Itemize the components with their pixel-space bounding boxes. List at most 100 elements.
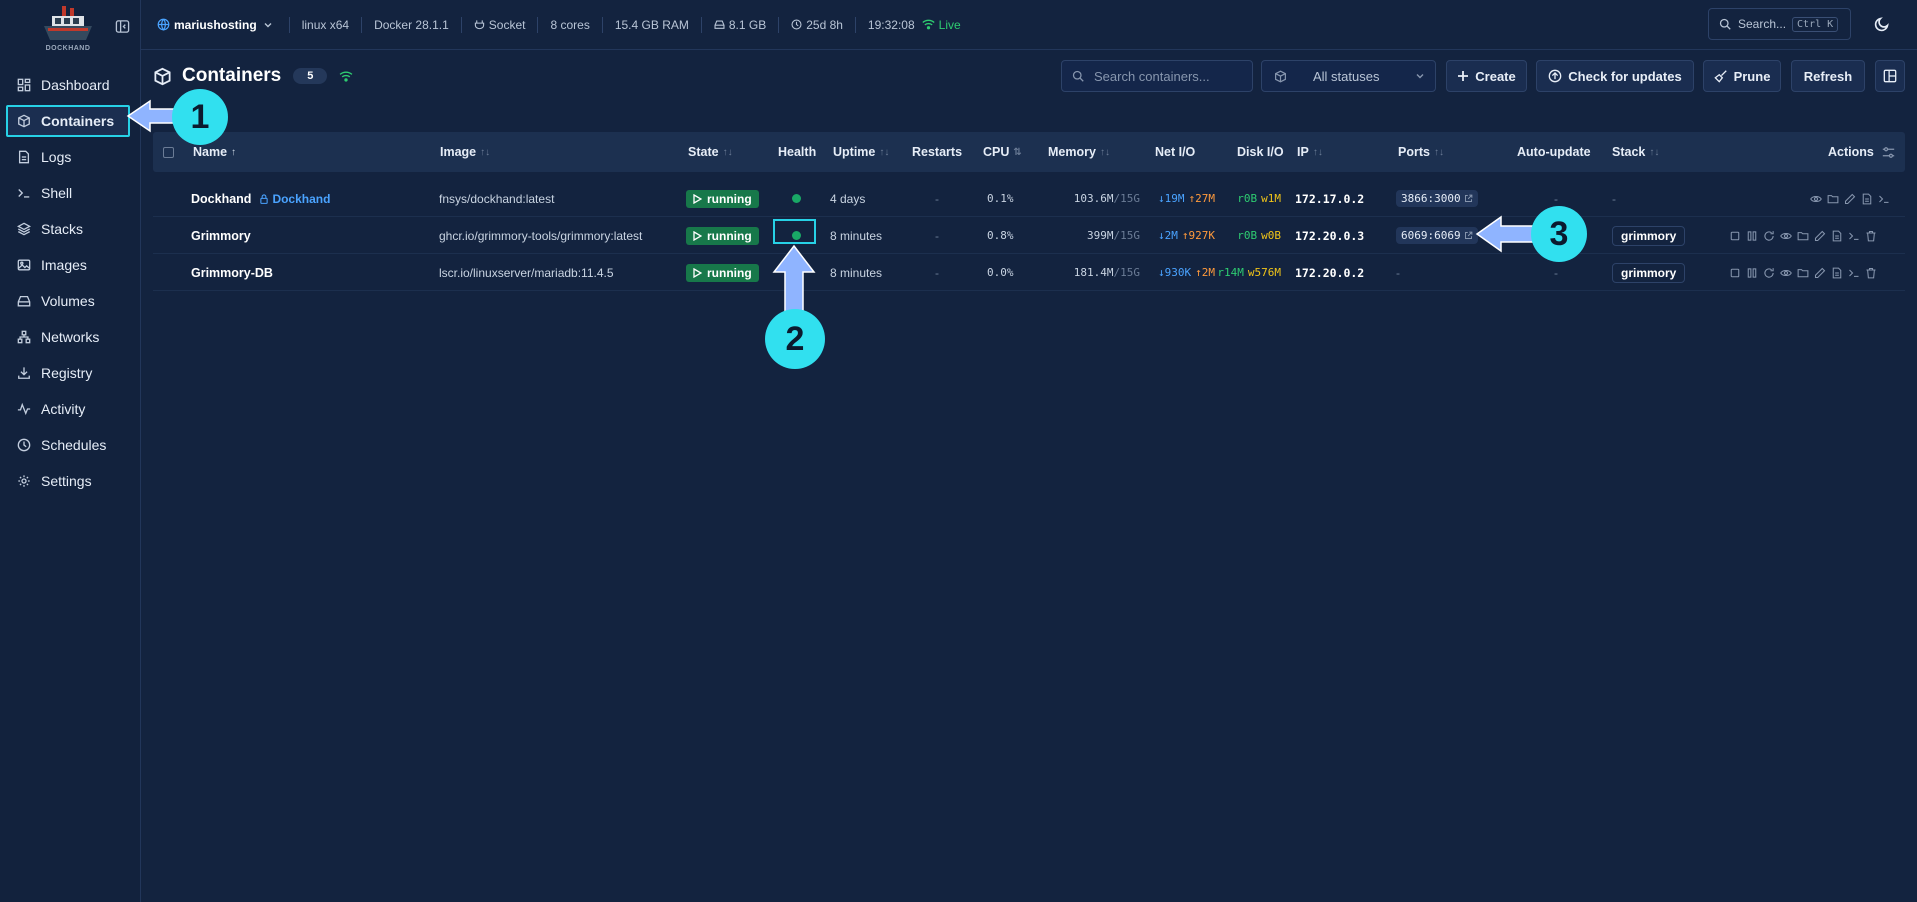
sidebar-item-schedules[interactable]: Schedules [6, 429, 130, 461]
edit-icon[interactable] [1814, 230, 1826, 242]
sidebar-item-volumes[interactable]: Volumes [6, 285, 130, 317]
restarts: - [935, 228, 939, 243]
eye-icon[interactable] [1810, 193, 1822, 205]
column-image[interactable]: Image ↑↓ [440, 132, 490, 172]
host-selector[interactable]: mariushosting [141, 17, 289, 33]
port-mapping-link[interactable]: 6069:6069 [1396, 227, 1478, 244]
terminal-icon[interactable] [1878, 193, 1890, 205]
port-label: 6069:6069 [1401, 229, 1461, 242]
restarts: - [935, 265, 939, 280]
collapse-sidebar-icon[interactable] [114, 18, 130, 34]
clock-icon [791, 19, 802, 30]
trash-icon[interactable] [1865, 267, 1877, 279]
eye-icon[interactable] [1780, 267, 1792, 279]
state-badge: running [686, 226, 759, 245]
status-filter-select[interactable]: All statuses [1261, 60, 1436, 92]
folder-icon[interactable] [1827, 193, 1839, 205]
column-label: Actions [1828, 145, 1874, 159]
stack-badge[interactable]: grimmory [1612, 225, 1686, 246]
restart-icon[interactable] [1763, 267, 1775, 279]
select-all-checkbox[interactable] [163, 132, 174, 172]
create-button[interactable]: Create [1446, 60, 1527, 92]
terminal-icon[interactable] [1848, 267, 1860, 279]
terminal-icon[interactable] [1848, 230, 1860, 242]
terminal-icon [16, 185, 32, 201]
pause-icon[interactable] [1746, 230, 1758, 242]
table-row[interactable]: Dockhand Dockhand fnsys/dockhand:latest … [153, 180, 1905, 217]
file-icon[interactable] [1831, 230, 1843, 242]
sidebar-item-label: Settings [41, 473, 92, 489]
container-name[interactable]: Grimmory [191, 229, 251, 243]
folder-icon[interactable] [1797, 267, 1809, 279]
socket-text: Socket [488, 17, 526, 32]
stack-badge[interactable]: grimmory [1612, 262, 1686, 283]
sidebar-item-containers[interactable]: Containers [6, 105, 130, 137]
table-row[interactable]: Grimmory ghcr.io/grimmory-tools/grimmory… [153, 217, 1905, 254]
refresh-button[interactable]: Refresh [1791, 60, 1865, 92]
theme-toggle-moon-icon[interactable] [1874, 16, 1890, 35]
cpu-usage: 0.0% [987, 266, 1014, 279]
restart-icon[interactable] [1763, 230, 1775, 242]
trash-icon[interactable] [1865, 230, 1877, 242]
column-restarts: Restarts [912, 132, 962, 172]
row-actions [1810, 193, 1890, 205]
sidebar-item-images[interactable]: Images [6, 249, 130, 281]
box-icon [153, 67, 172, 86]
folder-icon[interactable] [1797, 230, 1809, 242]
column-label: Name [193, 145, 228, 159]
column-stack[interactable]: Stack ↑↓ [1612, 132, 1659, 172]
shortcut-hint: Ctrl K [1792, 16, 1839, 32]
column-disk-io: Disk I/O [1237, 132, 1284, 172]
search-icon [1072, 70, 1084, 82]
sort-icon: ↑↓ [1312, 146, 1323, 158]
column-ports[interactable]: Ports ↑↓ [1398, 132, 1444, 172]
file-icon[interactable] [1861, 193, 1873, 205]
column-ip[interactable]: IP ↑↓ [1297, 132, 1323, 172]
disk-read: r0B [1237, 192, 1258, 205]
sidebar-item-stacks[interactable]: Stacks [6, 213, 130, 245]
health-indicator [792, 194, 801, 203]
dockhand-logo[interactable]: DOCKHAND [38, 4, 98, 56]
global-search[interactable]: Search... Ctrl K [1708, 8, 1851, 40]
box-icon [1274, 70, 1287, 83]
stop-icon[interactable] [1729, 267, 1741, 279]
column-uptime[interactable]: Uptime ↑↓ [833, 132, 889, 172]
net-io: ↓930K ↑2M [1133, 254, 1215, 291]
disk-write: w1M [1261, 192, 1281, 205]
ip-address: 172.20.0.3 [1295, 228, 1365, 243]
disk-io: r0B w1M [1221, 180, 1281, 217]
eye-icon[interactable] [1780, 230, 1792, 242]
check-for-updates-button[interactable]: Check for updates [1536, 60, 1694, 92]
sidebar-item-networks[interactable]: Networks [6, 321, 130, 353]
sidebar-item-registry[interactable]: Registry [6, 357, 130, 389]
layout-toggle-button[interactable] [1875, 60, 1905, 92]
sidebar-item-logs[interactable]: Logs [6, 141, 130, 173]
container-name[interactable]: Grimmory-DB [191, 266, 273, 280]
row-actions [1729, 230, 1877, 242]
sidebar-item-settings[interactable]: Settings [6, 465, 130, 497]
column-memory[interactable]: Memory ↑↓ [1048, 132, 1110, 172]
column-state[interactable]: State ↑↓ [688, 132, 733, 172]
column-settings-icon[interactable] [1882, 146, 1895, 159]
file-icon[interactable] [1831, 267, 1843, 279]
port-mapping-link[interactable]: 3866:3000 [1396, 190, 1478, 207]
column-auto-update: Auto-update [1517, 132, 1591, 172]
pause-icon[interactable] [1746, 267, 1758, 279]
edit-icon[interactable] [1844, 193, 1856, 205]
gear-icon [16, 473, 32, 489]
prune-button[interactable]: Prune [1703, 60, 1781, 92]
column-label: Net I/O [1155, 145, 1196, 159]
sidebar-item-shell[interactable]: Shell [6, 177, 130, 209]
ip-address: 172.17.0.2 [1295, 191, 1365, 206]
sidebar-item-dashboard[interactable]: Dashboard [6, 69, 130, 101]
container-name[interactable]: Dockhand [191, 192, 251, 206]
edit-icon[interactable] [1814, 267, 1826, 279]
sidebar-item-activity[interactable]: Activity [6, 393, 130, 425]
table-row[interactable]: Grimmory-DB lscr.io/linuxserver/mariadb:… [153, 254, 1905, 291]
container-search-input[interactable]: Search containers... [1061, 60, 1253, 92]
column-cpu[interactable]: CPU ⇅ [983, 132, 1022, 172]
check-updates-label: Check for updates [1568, 68, 1682, 84]
box-icon [16, 113, 32, 129]
docker-version-text: Docker 28.1.1 [374, 17, 449, 32]
stop-icon[interactable] [1729, 230, 1741, 242]
